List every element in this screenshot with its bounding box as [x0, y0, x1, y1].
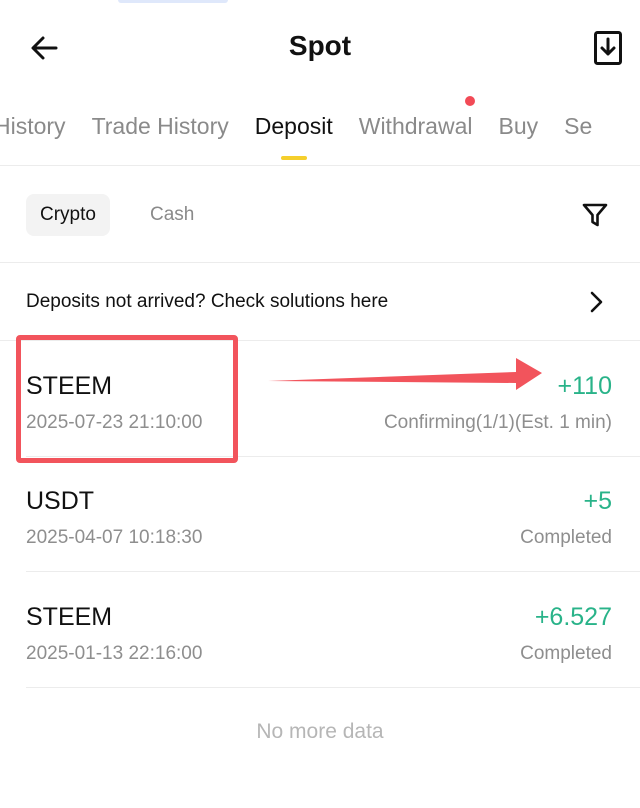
crypto-tab[interactable]: Crypto: [26, 194, 110, 236]
subtabs-divider: [0, 262, 640, 263]
record-time: 2025-04-07 10:18:30: [26, 527, 203, 548]
tab-label: Deposit: [254, 113, 333, 139]
tabs-divider: [0, 165, 640, 166]
annotation-highlight-box: [16, 335, 238, 463]
tab-buy[interactable]: Buy: [499, 96, 539, 156]
cash-tab[interactable]: Cash: [136, 194, 208, 236]
coin-name: USDT: [26, 487, 95, 515]
page-title: Spot: [288, 30, 352, 61]
tab-deposit[interactable]: Deposit: [254, 96, 333, 160]
download-file-icon: [594, 31, 622, 65]
deposit-record-row[interactable]: USDT 2025-04-07 10:18:30 +5 Completed: [0, 457, 640, 572]
deposit-amount: +5: [583, 487, 612, 515]
row-divider: [26, 571, 640, 572]
tab-trade-history[interactable]: Trade History: [92, 96, 229, 156]
chevron-right-icon: [590, 291, 603, 313]
notice-text: Deposits not arrived? Check solutions he…: [26, 291, 389, 312]
tab-label: Withdrawal: [358, 113, 473, 139]
tab-history[interactable]: History: [0, 96, 66, 156]
record-time: 2025-01-13 22:16:00: [26, 643, 203, 664]
coin-name: STEEM: [26, 603, 113, 631]
deposit-status: Completed: [520, 643, 612, 664]
asset-type-switch: Crypto Cash: [26, 193, 208, 237]
no-more-data-label: No more data: [256, 720, 384, 743]
export-button[interactable]: [588, 28, 628, 68]
header: Spot: [0, 0, 640, 96]
tab-withdrawal[interactable]: Withdrawal: [358, 96, 475, 156]
tab-label: Se: [564, 113, 593, 139]
filter-button[interactable]: [578, 198, 612, 232]
tab-bar: History Trade History Deposit Withdrawal Buy…: [0, 96, 618, 166]
deposit-status: Confirming(1/1)(Est. 1 min): [383, 412, 612, 433]
deposit-amount: +110: [557, 372, 612, 400]
deposit-status: Completed: [520, 527, 612, 548]
deposit-record-row[interactable]: STEEM 2025-01-13 22:16:00 +6.527 Complet…: [0, 573, 640, 688]
tab-label: Buy: [498, 113, 539, 139]
deposit-help-link[interactable]: Deposits not arrived? Check solutions he…: [0, 264, 640, 340]
notification-dot: [464, 96, 475, 106]
tab-label: History: [0, 113, 66, 139]
deposit-amount: +6.527: [534, 603, 612, 631]
tab-sell[interactable]: Se: [564, 96, 592, 156]
funnel-filter-icon: [582, 203, 608, 227]
row-divider: [26, 687, 640, 688]
tab-label: Trade History: [91, 113, 229, 139]
